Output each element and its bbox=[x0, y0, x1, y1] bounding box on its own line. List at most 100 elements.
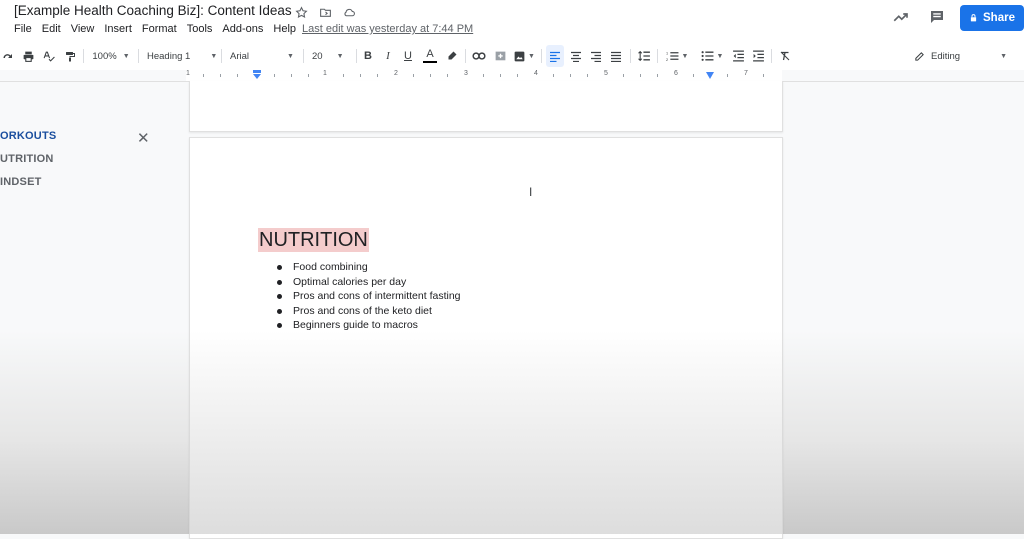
highlight-color-button[interactable] bbox=[444, 42, 460, 70]
insert-link-button[interactable] bbox=[470, 42, 488, 70]
outline-item-workouts[interactable]: ORKOUTS bbox=[0, 130, 56, 142]
menu-file[interactable]: File bbox=[14, 23, 32, 35]
increase-indent-button[interactable] bbox=[749, 42, 767, 70]
text-color-button[interactable]: A bbox=[421, 42, 439, 70]
align-center-icon bbox=[571, 51, 581, 62]
image-icon bbox=[514, 51, 525, 61]
outline-item-nutrition[interactable]: UTRITION bbox=[0, 153, 54, 165]
cloud-saved-icon[interactable] bbox=[341, 4, 357, 20]
menu-help[interactable]: Help bbox=[273, 23, 296, 35]
star-icon[interactable] bbox=[293, 4, 309, 20]
chevron-down-icon: ▼ bbox=[1000, 52, 1007, 60]
outline-item-mindset[interactable]: INDSET bbox=[0, 176, 42, 188]
align-right-button[interactable] bbox=[587, 42, 605, 70]
ruler-number: 1 bbox=[323, 70, 327, 77]
insert-comment-button[interactable] bbox=[491, 42, 509, 70]
align-left-button[interactable] bbox=[546, 45, 564, 67]
clear-formatting-icon bbox=[780, 51, 790, 61]
italic-button[interactable]: I bbox=[381, 42, 395, 70]
list-item[interactable]: Optimal calories per day bbox=[276, 275, 461, 290]
menu-addons[interactable]: Add-ons bbox=[222, 23, 263, 35]
ruler-tick bbox=[727, 74, 728, 77]
zoom-select[interactable]: 100% ▼ bbox=[88, 42, 134, 70]
menu-tools[interactable]: Tools bbox=[187, 23, 213, 35]
editing-mode-select[interactable]: Editing ▼ bbox=[914, 42, 1014, 70]
svg-text:1: 1 bbox=[666, 51, 668, 55]
paint-format-button[interactable] bbox=[61, 42, 79, 70]
svg-text:2: 2 bbox=[666, 58, 668, 62]
align-left-icon bbox=[550, 51, 560, 62]
lock-icon bbox=[970, 14, 977, 22]
list-item[interactable]: Food combining bbox=[276, 260, 461, 275]
title-icons bbox=[293, 4, 357, 20]
menu-insert[interactable]: Insert bbox=[104, 23, 132, 35]
ruler-number: 1 bbox=[186, 70, 190, 77]
menu-edit[interactable]: Edit bbox=[42, 23, 61, 35]
decrease-indent-button[interactable] bbox=[729, 42, 747, 70]
share-button[interactable]: Share bbox=[960, 5, 1024, 31]
pencil-icon bbox=[915, 51, 924, 61]
numbered-list-button[interactable]: 12 ▼ bbox=[662, 42, 692, 70]
insert-image-button[interactable]: ▼ bbox=[511, 42, 537, 70]
list-item[interactable]: Pros and cons of intermittent fasting bbox=[276, 289, 461, 304]
move-folder-icon[interactable] bbox=[317, 4, 333, 20]
ruler-tick bbox=[587, 74, 588, 77]
ruler-tick bbox=[570, 74, 571, 77]
font-size-select[interactable]: 20 ▼ bbox=[308, 42, 356, 70]
underline-button[interactable]: U bbox=[401, 42, 415, 70]
comments-icon[interactable] bbox=[928, 8, 946, 31]
align-justify-button[interactable] bbox=[607, 42, 625, 70]
document-page[interactable] bbox=[189, 81, 783, 132]
paragraph-style-select[interactable]: Heading 1 ▼ bbox=[143, 42, 219, 70]
zoom-value: 100% bbox=[92, 50, 117, 62]
chevron-down-icon: ▼ bbox=[336, 52, 344, 60]
editing-mode-label: Editing bbox=[931, 50, 961, 62]
ruler-number: 3 bbox=[464, 70, 468, 77]
ruler-tick bbox=[413, 74, 414, 77]
title-bar: [Example Health Coaching Biz]: Content I… bbox=[0, 0, 1024, 42]
bold-button[interactable]: B bbox=[361, 42, 375, 70]
chevron-down-icon: ▼ bbox=[122, 52, 130, 60]
text-color-glyph: A bbox=[426, 48, 434, 60]
document-page[interactable] bbox=[189, 137, 783, 539]
print-icon bbox=[23, 51, 33, 62]
line-spacing-icon bbox=[637, 50, 650, 62]
text-color-swatch bbox=[423, 61, 437, 63]
line-spacing-button[interactable] bbox=[635, 42, 653, 70]
list-item[interactable]: Pros and cons of the keto diet bbox=[276, 304, 461, 319]
ruler-tick bbox=[517, 74, 518, 77]
spellcheck-button[interactable] bbox=[40, 42, 58, 70]
spellcheck-icon bbox=[43, 51, 55, 62]
document-title[interactable]: [Example Health Coaching Biz]: Content I… bbox=[14, 3, 292, 18]
document-heading[interactable]: NUTRITION bbox=[258, 228, 369, 252]
menu-format[interactable]: Format bbox=[142, 23, 177, 35]
right-indent-marker-icon[interactable] bbox=[705, 72, 715, 80]
ruler-tick bbox=[237, 74, 238, 77]
clear-formatting-button[interactable] bbox=[776, 42, 794, 70]
redo-icon bbox=[3, 54, 12, 58]
ruler-page-area[interactable]: 1 1 2 3 4 5 6 7 bbox=[186, 70, 782, 81]
last-edit-link[interactable]: Last edit was yesterday at 7:44 PM bbox=[302, 23, 473, 35]
close-outline-icon[interactable]: ✕ bbox=[137, 129, 150, 147]
bulleted-list-icon bbox=[701, 51, 713, 61]
toolbar-separator bbox=[541, 49, 542, 63]
menu-bar: File Edit View Insert Format Tools Add-o… bbox=[14, 23, 306, 35]
ruler-tick bbox=[377, 74, 378, 77]
numbered-list-icon: 12 bbox=[666, 51, 678, 62]
align-center-button[interactable] bbox=[567, 42, 585, 70]
left-indent-marker-icon[interactable] bbox=[252, 70, 262, 80]
ruler-tick bbox=[483, 74, 484, 77]
ruler-tick bbox=[657, 74, 658, 77]
ruler-tick bbox=[623, 74, 624, 77]
bulleted-list-button[interactable]: ▼ bbox=[697, 42, 727, 70]
menu-view[interactable]: View bbox=[71, 23, 95, 35]
print-button[interactable] bbox=[19, 42, 37, 70]
paint-format-icon bbox=[66, 51, 75, 61]
font-select[interactable]: Arial ▼ bbox=[226, 42, 302, 70]
chevron-down-icon: ▼ bbox=[681, 52, 689, 60]
chevron-down-icon: ▼ bbox=[287, 52, 294, 60]
activity-trend-icon[interactable] bbox=[891, 8, 911, 31]
align-justify-icon bbox=[611, 51, 621, 62]
list-item[interactable]: Beginners guide to macros bbox=[276, 318, 461, 333]
redo-button[interactable] bbox=[0, 42, 16, 70]
